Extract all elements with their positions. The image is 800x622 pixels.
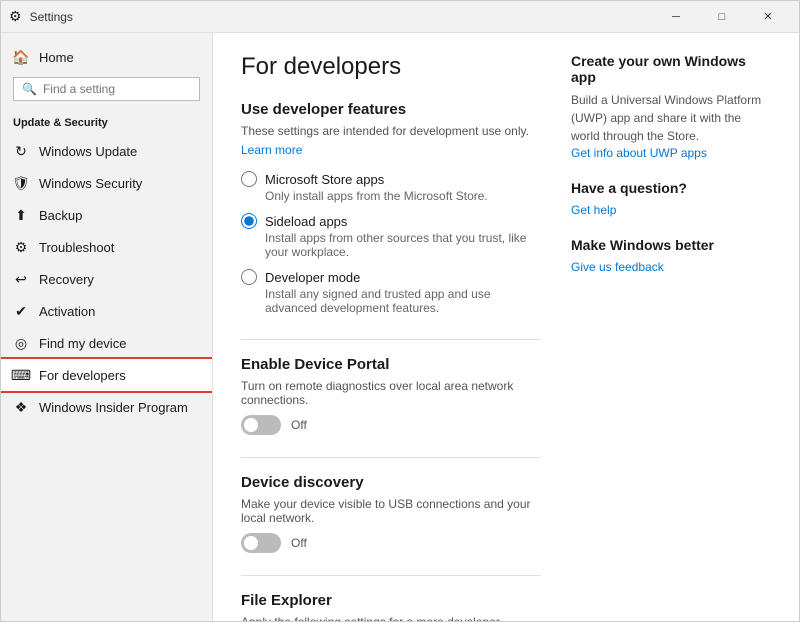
radio-sideload-apps[interactable] — [241, 213, 257, 229]
right-card-question-link[interactable]: Get help — [571, 203, 616, 217]
section-divider-1 — [241, 339, 541, 340]
settings-icon: ⚙ — [9, 8, 22, 25]
device-discovery-toggle-label: Off — [291, 536, 307, 550]
for-developers-icon: ⌨ — [13, 367, 29, 383]
radio-item-developer-mode: Developer mode Install any signed and tr… — [241, 269, 541, 315]
developer-features-heading: Use developer features — [241, 101, 541, 118]
sidebar-item-label: Find my device — [39, 336, 126, 351]
radio-row: Sideload apps — [241, 213, 541, 229]
radio-row: Microsoft Store apps — [241, 171, 541, 187]
sidebar-item-label: Backup — [39, 208, 82, 223]
file-explorer-heading: File Explorer — [241, 592, 541, 609]
titlebar-controls: ─ □ ✕ — [653, 1, 791, 33]
sidebar-item-find-my-device[interactable]: ◎ Find my device — [1, 327, 212, 359]
radio-desc-sideload: Install apps from other sources that you… — [241, 231, 541, 259]
radio-desc-microsoft-store: Only install apps from the Microsoft Sto… — [241, 189, 541, 203]
sidebar-item-label: Troubleshoot — [39, 240, 114, 255]
troubleshoot-icon: ⚙ — [13, 239, 29, 255]
device-discovery-heading: Device discovery — [241, 474, 541, 491]
sidebar-item-label: Windows Security — [39, 176, 142, 191]
sidebar-item-label: Activation — [39, 304, 95, 319]
windows-update-icon: ↻ — [13, 143, 29, 159]
content-area: For developers Use developer features Th… — [213, 33, 799, 621]
device-portal-toggle-row: Off — [241, 415, 541, 435]
find-my-device-icon: ◎ — [13, 335, 29, 351]
device-discovery-toggle[interactable] — [241, 533, 281, 553]
device-portal-section: Enable Device Portal Turn on remote diag… — [241, 356, 541, 435]
recovery-icon: ↩ — [13, 271, 29, 287]
sidebar-home-label: Home — [39, 50, 74, 65]
sidebar-search-container[interactable]: 🔍 — [13, 77, 200, 101]
activation-icon: ✔ — [13, 303, 29, 319]
device-portal-description: Turn on remote diagnostics over local ar… — [241, 379, 541, 407]
sidebar-item-troubleshoot[interactable]: ⚙ Troubleshoot — [1, 231, 212, 263]
developer-features-section: Use developer features These settings ar… — [241, 101, 541, 315]
right-card-feedback-title: Make Windows better — [571, 237, 771, 253]
sidebar-item-label: Recovery — [39, 272, 94, 287]
windows-insider-icon: ❖ — [13, 399, 29, 415]
learn-more-link[interactable]: Learn more — [241, 143, 302, 157]
right-card-question-title: Have a question? — [571, 180, 771, 196]
radio-item-sideload: Sideload apps Install apps from other so… — [241, 213, 541, 259]
sidebar-section-title: Update & Security — [1, 113, 212, 135]
titlebar-title: Settings — [30, 10, 73, 24]
developer-features-description: These settings are intended for developm… — [241, 124, 541, 138]
right-card-uwp: Create your own Windows app Build a Univ… — [571, 53, 771, 160]
radio-item-microsoft-store: Microsoft Store apps Only install apps f… — [241, 171, 541, 203]
backup-icon: ⬆ — [13, 207, 29, 223]
search-input[interactable] — [43, 82, 191, 96]
right-card-feedback-link[interactable]: Give us feedback — [571, 260, 664, 274]
device-discovery-description: Make your device visible to USB connecti… — [241, 497, 541, 525]
section-divider-2 — [241, 457, 541, 458]
sidebar-item-recovery[interactable]: ↩ Recovery — [1, 263, 212, 295]
home-icon: 🏠 — [13, 49, 29, 65]
search-icon: 🔍 — [22, 82, 37, 96]
radio-microsoft-store[interactable] — [241, 171, 257, 187]
sidebar-item-windows-security[interactable]: 🛡 Windows Security — [1, 167, 212, 199]
titlebar: ⚙ Settings ─ □ ✕ — [1, 1, 799, 33]
sidebar-item-activation[interactable]: ✔ Activation — [1, 295, 212, 327]
right-panel: Create your own Windows app Build a Univ… — [571, 53, 771, 601]
close-button[interactable]: ✕ — [745, 1, 791, 33]
radio-developer-mode[interactable] — [241, 269, 257, 285]
radio-group-developer: Microsoft Store apps Only install apps f… — [241, 171, 541, 315]
page-title: For developers — [241, 53, 541, 81]
right-card-feedback: Make Windows better Give us feedback — [571, 237, 771, 274]
right-card-uwp-text: Build a Universal Windows Platform (UWP)… — [571, 91, 771, 145]
settings-window: ⚙ Settings ─ □ ✕ 🏠 Home 🔍 Update & Secur… — [0, 0, 800, 622]
sidebar-item-label: Windows Insider Program — [39, 400, 188, 415]
file-explorer-section: File Explorer Apply the following settin… — [241, 592, 541, 621]
radio-desc-developer-mode: Install any signed and trusted app and u… — [241, 287, 541, 315]
main-content: 🏠 Home 🔍 Update & Security ↻ Windows Upd… — [1, 33, 799, 621]
content-main: For developers Use developer features Th… — [241, 53, 541, 601]
radio-label-sideload: Sideload apps — [265, 214, 347, 229]
sidebar-item-for-developers[interactable]: ⌨ For developers — [1, 359, 212, 391]
right-card-uwp-link[interactable]: Get info about UWP apps — [571, 146, 707, 160]
sidebar-item-label: For developers — [39, 368, 126, 383]
radio-row: Developer mode — [241, 269, 541, 285]
sidebar-item-label: Windows Update — [39, 144, 137, 159]
device-portal-toggle-label: Off — [291, 418, 307, 432]
device-portal-heading: Enable Device Portal — [241, 356, 541, 373]
titlebar-left: ⚙ Settings — [9, 8, 73, 25]
device-portal-toggle[interactable] — [241, 415, 281, 435]
sidebar-item-windows-update[interactable]: ↻ Windows Update — [1, 135, 212, 167]
file-explorer-description: Apply the following settings for a more … — [241, 615, 541, 621]
right-card-question: Have a question? Get help — [571, 180, 771, 217]
sidebar-item-windows-insider[interactable]: ❖ Windows Insider Program — [1, 391, 212, 423]
right-card-uwp-title: Create your own Windows app — [571, 53, 771, 85]
section-divider-3 — [241, 575, 541, 576]
device-discovery-section: Device discovery Make your device visibl… — [241, 474, 541, 553]
sidebar-item-home[interactable]: 🏠 Home — [1, 41, 212, 73]
minimize-button[interactable]: ─ — [653, 1, 699, 33]
radio-label-microsoft-store: Microsoft Store apps — [265, 172, 384, 187]
sidebar: 🏠 Home 🔍 Update & Security ↻ Windows Upd… — [1, 33, 213, 621]
maximize-button[interactable]: □ — [699, 1, 745, 33]
windows-security-icon: 🛡 — [13, 175, 29, 191]
radio-label-developer-mode: Developer mode — [265, 270, 360, 285]
device-discovery-toggle-row: Off — [241, 533, 541, 553]
sidebar-item-backup[interactable]: ⬆ Backup — [1, 199, 212, 231]
